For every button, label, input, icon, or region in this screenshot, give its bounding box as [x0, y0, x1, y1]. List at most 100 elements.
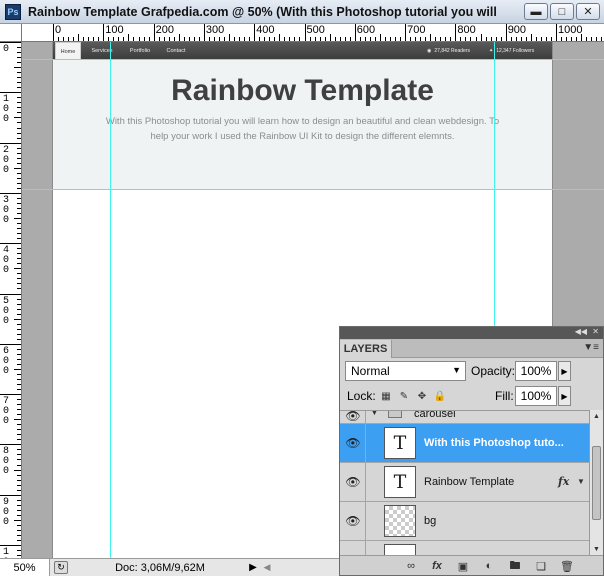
layer-text-title[interactable]: 👁 T Rainbow Template fx ▼	[340, 463, 589, 502]
ruler-tick	[17, 102, 21, 104]
status-menu-arrow-icon[interactable]: ▶	[246, 561, 260, 574]
horizontal-ruler[interactable]: 0 100 200 300 400 500 600 700 800 900 1000	[22, 24, 604, 42]
blend-mode-select[interactable]: Normal ▼	[345, 361, 466, 381]
proof-icon[interactable]: ↻	[54, 561, 68, 574]
ruler-tick	[0, 343, 21, 345]
guide-vertical[interactable]	[110, 42, 111, 558]
mask-icon[interactable]: ▣	[456, 559, 470, 573]
fx-icon[interactable]: fx	[430, 559, 444, 573]
layer-name: bg	[424, 515, 437, 527]
ruler-tick	[178, 34, 180, 41]
ruler-tick	[17, 273, 21, 275]
ruler-tick	[510, 37, 512, 41]
layer-group-carousel[interactable]: 👁 ▼ carousel	[340, 411, 589, 424]
ruler-tick	[73, 37, 75, 41]
vertical-ruler[interactable]: 0 100 200 300 400 500 600 700 800 900 1000	[0, 42, 22, 558]
ruler-tick	[17, 399, 21, 401]
ruler-tick	[0, 243, 21, 245]
minimize-button[interactable]: ▬	[524, 3, 548, 20]
ruler-tick	[349, 37, 351, 41]
ruler-label: 500	[3, 295, 10, 327]
lock-all-icon[interactable]: 🔒	[433, 389, 447, 403]
ruler-tick	[0, 394, 21, 396]
ruler-label: 100	[3, 94, 10, 126]
adjustment-icon[interactable]: ◐	[482, 559, 496, 573]
ruler-tick	[17, 107, 21, 109]
fill-slider-arrow-icon[interactable]: ▶	[558, 386, 571, 406]
maximize-button[interactable]: □	[550, 3, 574, 20]
lock-pixels-icon[interactable]: ✎	[397, 389, 411, 403]
ruler-tick	[17, 489, 21, 491]
ruler-tick	[17, 308, 21, 310]
fx-expand-arrow-icon[interactable]: ▼	[577, 477, 585, 486]
fill-input[interactable]: 100%	[515, 386, 557, 406]
ruler-tick	[103, 24, 105, 41]
fx-icon[interactable]: fx	[558, 475, 569, 488]
ruler-tick	[309, 37, 311, 41]
layer-partial[interactable]	[340, 541, 589, 555]
ruler-tick	[505, 24, 507, 41]
close-icon: ✕	[583, 6, 593, 18]
ruler-tick	[17, 404, 21, 406]
minimize-icon: ▬	[530, 5, 542, 18]
tab-layers[interactable]: LAYERS	[340, 340, 392, 358]
ruler-tick	[520, 37, 522, 41]
ruler-tick	[183, 37, 185, 41]
close-panel-icon[interactable]: ✕	[592, 327, 599, 336]
ruler-tick	[354, 24, 356, 41]
eye-icon[interactable]: 👁	[344, 411, 362, 423]
ruler-tick	[314, 37, 316, 41]
ruler-tick	[173, 37, 175, 41]
ruler-tick	[601, 37, 603, 41]
ruler-tick	[490, 37, 492, 41]
ruler-tick	[17, 278, 21, 280]
ruler-tick	[234, 37, 236, 41]
ruler-tick	[17, 223, 21, 225]
panel-menu-icon[interactable]: ▼≡	[583, 342, 599, 353]
scrollbar-thumb[interactable]	[592, 446, 601, 520]
guide-horizontal[interactable]	[22, 59, 604, 60]
layer-bg[interactable]: 👁 bg	[340, 502, 589, 541]
ruler-tick	[17, 82, 21, 84]
ruler-label: 1000	[558, 24, 583, 36]
ruler-tick	[495, 37, 497, 41]
guide-horizontal[interactable]	[22, 189, 604, 190]
group-icon[interactable]: 🖿	[508, 559, 522, 573]
ruler-corner[interactable]	[0, 24, 22, 42]
layers-scrollbar[interactable]: ▲ ▼	[589, 410, 603, 555]
trash-icon[interactable]: 🗑	[560, 559, 574, 573]
scroll-left-icon[interactable]: ◀	[262, 561, 272, 574]
scroll-up-icon[interactable]: ▲	[590, 410, 603, 422]
ruler-tick	[415, 37, 417, 41]
ruler-tick	[17, 328, 21, 330]
expand-triangle-icon[interactable]: ▼	[370, 411, 379, 417]
new-layer-icon[interactable]: ❏	[534, 559, 548, 573]
ruler-tick	[384, 37, 386, 41]
ruler-tick	[17, 172, 21, 174]
ruler-label: 700	[407, 24, 426, 36]
ruler-tick	[17, 464, 21, 466]
close-button[interactable]: ✕	[576, 3, 600, 20]
zoom-level[interactable]: 50%	[0, 559, 50, 576]
ruler-tick	[108, 37, 110, 41]
scroll-down-icon[interactable]: ▼	[590, 543, 603, 555]
nav-portfolio: Portfolio	[129, 48, 151, 54]
lock-position-icon[interactable]: ✥	[415, 389, 429, 403]
opacity-slider-arrow-icon[interactable]: ▶	[558, 361, 571, 381]
ruler-tick	[17, 539, 21, 541]
ruler-tick	[480, 34, 482, 41]
ruler-tick	[193, 37, 195, 41]
eye-icon[interactable]: 👁	[344, 436, 362, 450]
layer-text-description[interactable]: 👁 T With this Photoshop tuto...	[340, 424, 589, 463]
lock-transparency-icon[interactable]: ▦	[379, 389, 393, 403]
ruler-tick	[269, 37, 271, 41]
ruler-tick	[168, 37, 170, 41]
eye-icon[interactable]: 👁	[344, 514, 362, 528]
layer-name: With this Photoshop tuto...	[424, 437, 564, 449]
ruler-tick	[17, 389, 21, 391]
eye-icon[interactable]: 👁	[344, 475, 362, 489]
opacity-input[interactable]: 100%	[515, 361, 557, 381]
ruler-tick	[213, 37, 215, 41]
link-layers-icon[interactable]: ∞	[404, 559, 418, 573]
collapse-panel-icon[interactable]: ◀◀	[575, 327, 587, 336]
